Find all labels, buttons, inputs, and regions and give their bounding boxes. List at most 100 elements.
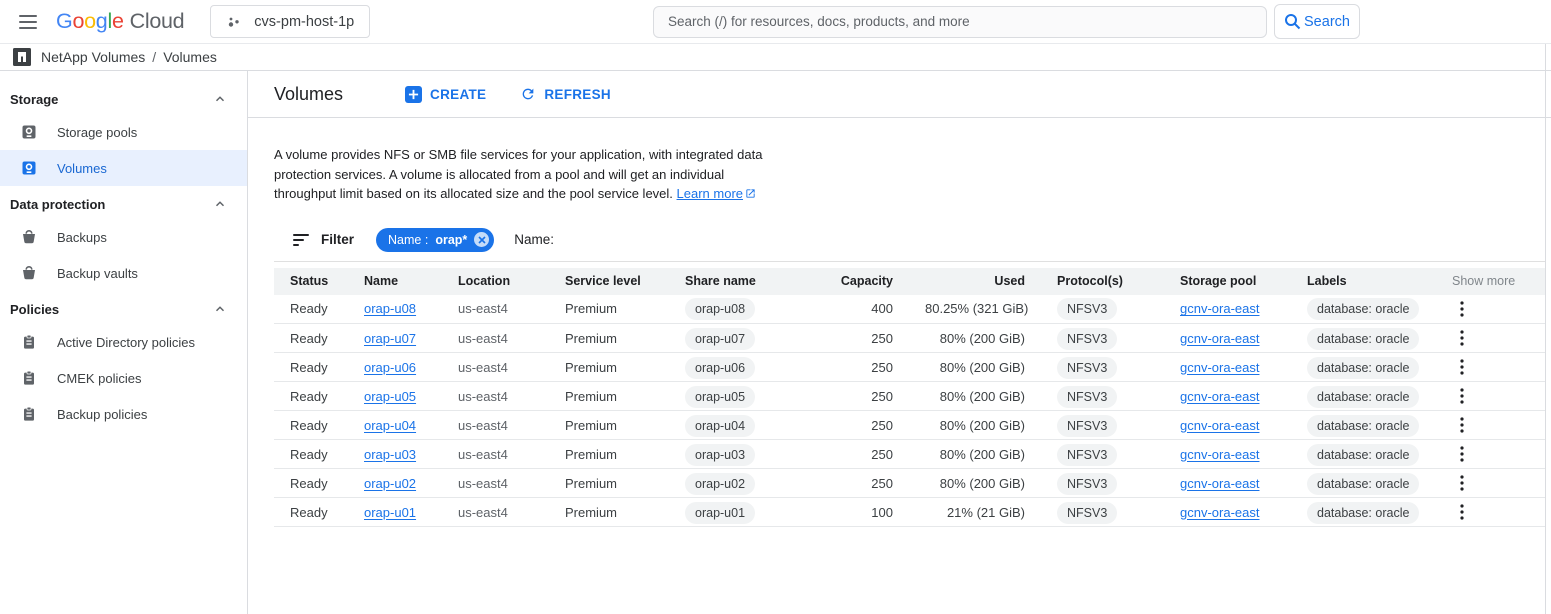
project-selector[interactable]: cvs-pm-host-1p	[210, 5, 370, 38]
row-actions-button[interactable]	[1452, 328, 1472, 348]
status-cell: Ready	[274, 353, 348, 382]
filter-label[interactable]: Filter	[321, 232, 354, 247]
volume-name-link[interactable]: orap-u03	[364, 447, 416, 462]
google-cloud-logo[interactable]: Google Cloud	[56, 9, 184, 34]
storage-pool-link[interactable]: gcnv-ora-east	[1180, 389, 1259, 404]
storage-pool-link[interactable]: gcnv-ora-east	[1180, 418, 1259, 433]
table-row: Ready orap-u03 us-east4 Premium orap-u03…	[274, 440, 1545, 469]
row-actions-button[interactable]	[1452, 299, 1472, 319]
sidebar-item-backup-policies[interactable]: Backup policies	[0, 396, 247, 432]
labels-chip: database: oracle	[1307, 415, 1419, 437]
filter-chip-close-button[interactable]	[474, 232, 489, 247]
filter-chip[interactable]: Name : orap*	[376, 228, 494, 252]
column-header-show-more[interactable]: Show more	[1436, 268, 1545, 295]
storage-pool-link[interactable]: gcnv-ora-east	[1180, 447, 1259, 462]
more-vert-icon	[1460, 475, 1464, 491]
storage-pool-link[interactable]: gcnv-ora-east	[1180, 505, 1259, 520]
row-actions-button[interactable]	[1452, 473, 1472, 493]
share-name-chip: orap-u01	[685, 502, 755, 524]
volume-name-link[interactable]: orap-u01	[364, 505, 416, 520]
sidebar-section-policies[interactable]: Policies	[0, 294, 247, 324]
more-vert-icon	[1460, 504, 1464, 520]
sidebar-item-volumes[interactable]: Volumes	[0, 150, 247, 186]
main-menu-button[interactable]	[10, 4, 46, 40]
share-name-chip: orap-u02	[685, 473, 755, 495]
top-app-bar: Google Cloud cvs-pm-host-1p Search	[0, 0, 1551, 44]
sidebar-item-backups[interactable]: Backups	[0, 219, 247, 255]
sidebar-item-storage-pools[interactable]: Storage pools	[0, 114, 247, 150]
service-level-cell: Premium	[549, 353, 669, 382]
column-header-status: Status	[274, 268, 348, 295]
row-actions-button[interactable]	[1452, 357, 1472, 377]
row-actions-button[interactable]	[1452, 502, 1472, 522]
section-label: Storage	[10, 92, 58, 107]
service-level-cell: Premium	[549, 295, 669, 324]
row-actions-button[interactable]	[1452, 444, 1472, 464]
capacity-cell: 250	[790, 411, 909, 440]
column-header-capacity: Capacity	[790, 268, 909, 295]
used-cell: 21% (21 GiB)	[909, 498, 1041, 527]
status-cell: Ready	[274, 382, 348, 411]
status-cell: Ready	[274, 411, 348, 440]
volume-name-link[interactable]: orap-u06	[364, 360, 416, 375]
storage-pool-link[interactable]: gcnv-ora-east	[1180, 476, 1259, 491]
refresh-button[interactable]: REFRESH	[520, 86, 611, 102]
breadcrumb: NetApp Volumes / Volumes	[0, 44, 1551, 71]
used-cell: 80% (200 GiB)	[909, 353, 1041, 382]
service-level-cell: Premium	[549, 440, 669, 469]
sidebar-item-cmek-policies[interactable]: CMEK policies	[0, 360, 247, 396]
search-input[interactable]	[653, 6, 1267, 38]
filter-chip-field: Name :	[388, 233, 428, 247]
sidebar-item-active-directory-policies[interactable]: Active Directory policies	[0, 324, 247, 360]
labels-chip: database: oracle	[1307, 357, 1419, 379]
row-actions-button[interactable]	[1452, 386, 1472, 406]
sidebar-section-data-protection[interactable]: Data protection	[0, 189, 247, 219]
table-row: Ready orap-u06 us-east4 Premium orap-u06…	[274, 353, 1545, 382]
capacity-cell: 400	[790, 295, 909, 324]
table-row: Ready orap-u08 us-east4 Premium orap-u08…	[274, 295, 1545, 324]
sidebar-item-label: Active Directory policies	[57, 335, 195, 350]
sidebar-item-label: Storage pools	[57, 125, 137, 140]
table-row: Ready orap-u01 us-east4 Premium orap-u01…	[274, 498, 1545, 527]
protocol-chip: NFSV3	[1057, 357, 1117, 379]
sidebar-item-backup-vaults[interactable]: Backup vaults	[0, 255, 247, 291]
storage-pool-link[interactable]: gcnv-ora-east	[1180, 331, 1259, 346]
share-name-chip: orap-u03	[685, 444, 755, 466]
table-row: Ready orap-u07 us-east4 Premium orap-u07…	[274, 324, 1545, 353]
volume-name-link[interactable]: orap-u04	[364, 418, 416, 433]
create-button[interactable]: CREATE	[405, 86, 486, 103]
learn-more-link[interactable]: Learn more	[677, 186, 743, 201]
share-name-chip: orap-u08	[685, 298, 755, 320]
table-row: Ready orap-u02 us-east4 Premium orap-u02…	[274, 469, 1545, 498]
search-button[interactable]: Search	[1274, 4, 1360, 39]
capacity-cell: 250	[790, 324, 909, 353]
sidebar: Storage Storage pools Volumes Data prote…	[0, 71, 248, 614]
refresh-button-label: REFRESH	[544, 87, 611, 102]
volume-name-link[interactable]: orap-u08	[364, 301, 416, 316]
labels-chip: database: oracle	[1307, 386, 1419, 408]
storage-pool-link[interactable]: gcnv-ora-east	[1180, 360, 1259, 375]
protocol-chip: NFSV3	[1057, 415, 1117, 437]
sidebar-item-label: Volumes	[57, 161, 107, 176]
protocol-chip: NFSV3	[1057, 298, 1117, 320]
column-header-share-name: Share name	[669, 268, 790, 295]
column-header-service-level: Service level	[549, 268, 669, 295]
volume-name-link[interactable]: orap-u05	[364, 389, 416, 404]
row-actions-button[interactable]	[1452, 415, 1472, 435]
table-row: Ready orap-u04 us-east4 Premium orap-u04…	[274, 411, 1545, 440]
chevron-up-icon	[213, 302, 227, 316]
status-cell: Ready	[274, 469, 348, 498]
capacity-cell: 250	[790, 353, 909, 382]
used-cell: 80% (200 GiB)	[909, 440, 1041, 469]
volume-name-link[interactable]: orap-u07	[364, 331, 416, 346]
service-level-cell: Premium	[549, 411, 669, 440]
sidebar-section-storage[interactable]: Storage	[0, 84, 247, 114]
volume-name-link[interactable]: orap-u02	[364, 476, 416, 491]
volumes-icon	[21, 160, 37, 176]
location-cell: us-east4	[442, 324, 549, 353]
policy-clipboard-icon	[21, 370, 37, 386]
labels-chip: database: oracle	[1307, 502, 1419, 524]
storage-pool-link[interactable]: gcnv-ora-east	[1180, 301, 1259, 316]
breadcrumb-app[interactable]: NetApp Volumes	[41, 49, 145, 65]
location-cell: us-east4	[442, 295, 549, 324]
